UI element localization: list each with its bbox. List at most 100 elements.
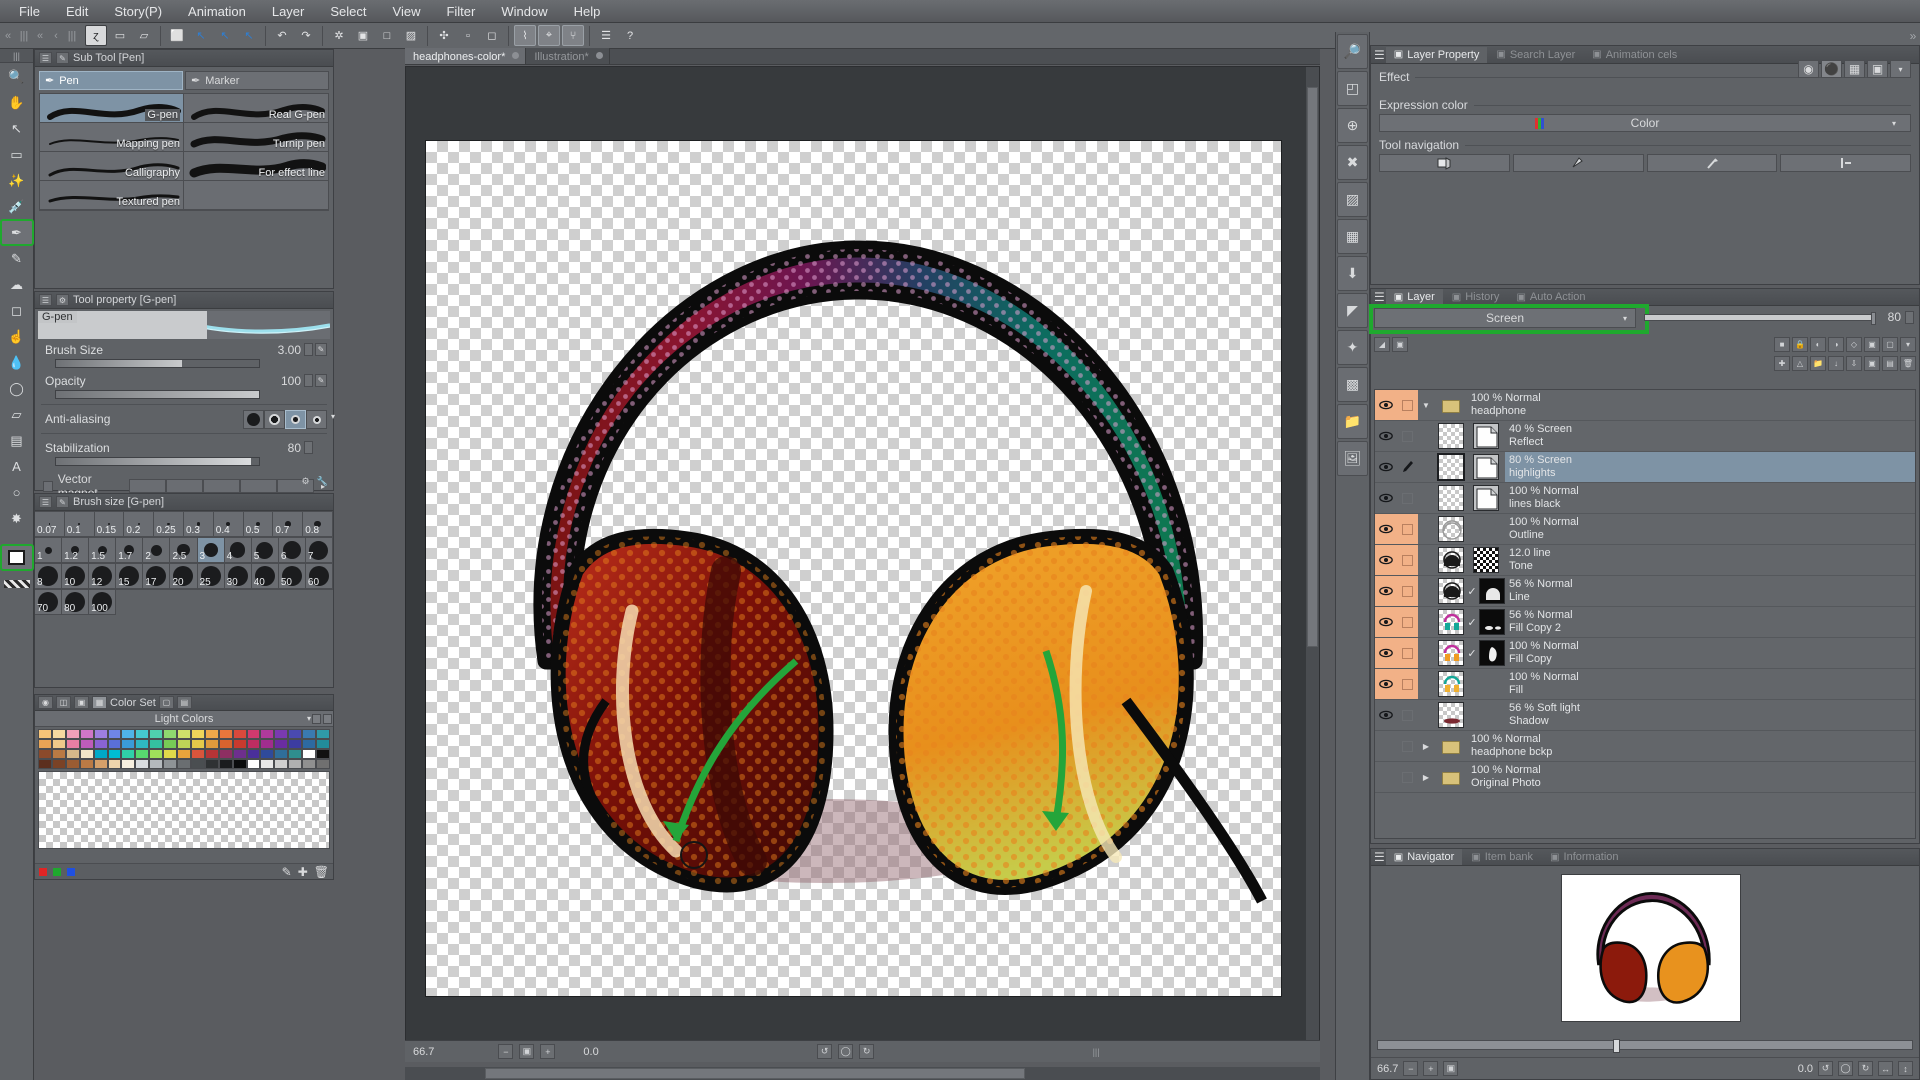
vector-magnet-presets[interactable] <box>128 479 314 493</box>
brush-size-cell-80[interactable]: 80 <box>62 590 90 615</box>
menu-item-layer[interactable]: Layer <box>259 2 318 21</box>
layer-expand-toggle[interactable]: ▶ <box>1418 731 1434 761</box>
navigator-fit-icon[interactable]: ▣ <box>1443 1061 1459 1076</box>
layer-row[interactable]: ▶ 100 % Normal Original Photo <box>1375 762 1915 793</box>
brush-size-stepper[interactable] <box>304 343 313 356</box>
color-swatch[interactable] <box>246 729 261 739</box>
chevron-down-icon[interactable]: ▾ <box>1623 314 1627 323</box>
menu-item-storyp[interactable]: Story(P) <box>101 2 175 21</box>
brush-size-cell-15[interactable]: 15 <box>116 564 144 589</box>
stabilization-slider[interactable] <box>55 457 260 466</box>
brush-size-cell-5[interactable]: 5 <box>251 538 279 563</box>
canvas-viewport[interactable] <box>405 66 1320 1051</box>
layer-row[interactable]: ✓ 100 % Normal Fill Copy <box>1375 638 1915 669</box>
layer-visibility-toggle[interactable] <box>1375 638 1397 668</box>
zoom-in-icon[interactable]: + <box>540 1044 556 1059</box>
color-swatch[interactable] <box>288 729 303 739</box>
brush-size-cell-1-5[interactable]: 1.5 <box>89 538 117 563</box>
color-wheel-icon[interactable]: ◉ <box>38 696 53 709</box>
layer-row[interactable]: ▶ 100 % Normal headphone bckp <box>1375 731 1915 762</box>
rotate-reset-icon[interactable]: ◯ <box>838 1044 854 1059</box>
scale-rotate-icon[interactable]: ✣ <box>433 25 455 46</box>
color-swatch[interactable] <box>274 739 289 749</box>
delete-layer-icon[interactable]: ✖ <box>1337 145 1368 180</box>
new-vector-layer-icon[interactable]: △ <box>1792 356 1808 371</box>
layer-expand-toggle[interactable] <box>1418 452 1434 482</box>
color-swatch[interactable] <box>163 729 178 739</box>
brush-size-cell-0-07[interactable]: 0.07 <box>35 512 65 537</box>
layer-name-cell[interactable]: 100 % Normal Outline <box>1505 514 1915 544</box>
color-swatch[interactable] <box>218 729 233 739</box>
layer-expand-toggle[interactable] <box>1418 607 1434 637</box>
color-swatch[interactable] <box>121 759 136 769</box>
document-tab-1[interactable]: Illustration* <box>526 48 610 64</box>
canvas-hscroll-thumb[interactable] <box>485 1068 1025 1079</box>
vector-magnet-preset-4[interactable] <box>239 479 277 493</box>
color-swatch[interactable] <box>107 739 122 749</box>
color-swatch[interactable] <box>260 749 275 759</box>
undo-icon[interactable]: ↶ <box>271 25 293 46</box>
brush-size-cell-0-7[interactable]: 0.7 <box>273 512 304 537</box>
open-file-icon[interactable]: ▱ <box>133 25 155 46</box>
close-icon[interactable] <box>595 52 603 59</box>
layer-visibility-toggle[interactable] <box>1375 576 1397 606</box>
rotate-left-icon[interactable]: ↺ <box>817 1044 833 1059</box>
color-swatch[interactable] <box>51 729 66 739</box>
tool-pencil-icon[interactable]: ✎ <box>1 246 33 271</box>
vector-magnet-checkbox[interactable] <box>43 480 53 492</box>
sub-tool-item-mapping-pen[interactable]: Mapping pen <box>40 123 184 152</box>
effect-tone-icon[interactable]: ⚫ <box>1821 60 1842 78</box>
color-swatch[interactable] <box>316 739 330 749</box>
color-swatch[interactable] <box>274 759 289 769</box>
menu-item-animation[interactable]: Animation <box>175 2 259 21</box>
zoom-out-icon[interactable]: − <box>498 1044 514 1059</box>
tool-fill-icon[interactable]: 💧 <box>1 350 33 375</box>
color-red-swatch[interactable] <box>39 867 47 876</box>
help-icon[interactable]: ? <box>619 25 641 46</box>
layer-name-cell[interactable]: 100 % Normal headphone bckp <box>1467 731 1915 761</box>
layer-name-cell[interactable]: 100 % Normal Original Photo <box>1467 762 1915 792</box>
color-swatch[interactable] <box>274 729 289 739</box>
ruler-snap-icon[interactable]: ⌇ <box>514 25 536 46</box>
layer-expand-toggle[interactable] <box>1418 421 1434 451</box>
brush-size-cell-0-1[interactable]: 0.1 <box>64 512 95 537</box>
clear-selection-icon[interactable]: □ <box>376 25 398 46</box>
tool-property-wrench-icon[interactable]: 🔧 <box>316 475 329 488</box>
blend-mode-dropdown[interactable]: Screen ▾ <box>1374 308 1636 328</box>
color-swatch[interactable] <box>302 739 317 749</box>
color-mode-swatches-icon[interactable] <box>1 571 33 596</box>
color-swatch[interactable] <box>218 759 233 769</box>
color-swatch[interactable] <box>65 729 80 739</box>
save-icon[interactable]: ⬜ <box>166 25 188 46</box>
tab-layer-property[interactable]: ▣ Layer Property <box>1385 46 1488 63</box>
tab-navigator[interactable]: ▣ Navigator <box>1385 849 1463 865</box>
layer-expand-toggle[interactable] <box>1418 576 1434 606</box>
effect-more-icon[interactable]: ▾ <box>1890 60 1911 78</box>
color-swatch[interactable] <box>38 759 52 769</box>
layer-expand-toggle[interactable] <box>1418 483 1434 513</box>
brush-size-cell-2[interactable]: 2 <box>143 538 171 563</box>
color-set-add-button[interactable] <box>312 713 321 724</box>
panel-menu-icon[interactable]: ☰ <box>39 52 52 64</box>
apply-mask-icon[interactable]: ▤ <box>1882 356 1898 371</box>
tab-search-layer[interactable]: ▣ Search Layer <box>1488 47 1583 63</box>
layer-visibility-toggle[interactable] <box>1375 390 1397 420</box>
tool-blend-icon[interactable]: ☝ <box>1 324 33 349</box>
navigator-rotate-reset-icon[interactable]: ◯ <box>1838 1061 1853 1076</box>
folder-image-icon[interactable]: 🖼 <box>1337 441 1368 476</box>
layer-visibility-toggle[interactable] <box>1375 700 1397 730</box>
color-swatch[interactable] <box>135 759 150 769</box>
create-mask-icon[interactable]: ▣ <box>1864 356 1880 371</box>
select-all-icon[interactable]: ▫ <box>457 25 479 46</box>
color-swatch[interactable] <box>190 739 205 749</box>
color-swatch[interactable] <box>38 729 52 739</box>
panel-menu-icon[interactable]: ☰ <box>39 496 52 508</box>
color-swatch[interactable] <box>190 729 205 739</box>
navigator-zoom-out-icon[interactable]: − <box>1403 1061 1419 1076</box>
layer-row[interactable]: ✓ 56 % Normal Line <box>1375 576 1915 607</box>
layer-name-cell[interactable]: 56 % Soft light Shadow <box>1505 700 1915 730</box>
sub-tool-item-calligraphy[interactable]: Calligraphy <box>40 152 184 181</box>
layer-row[interactable]: 80 % Screen highlights <box>1375 452 1915 483</box>
brush-size-cell-20[interactable]: 20 <box>170 564 198 589</box>
tool-decoration-icon[interactable]: ✸ <box>1 506 33 531</box>
